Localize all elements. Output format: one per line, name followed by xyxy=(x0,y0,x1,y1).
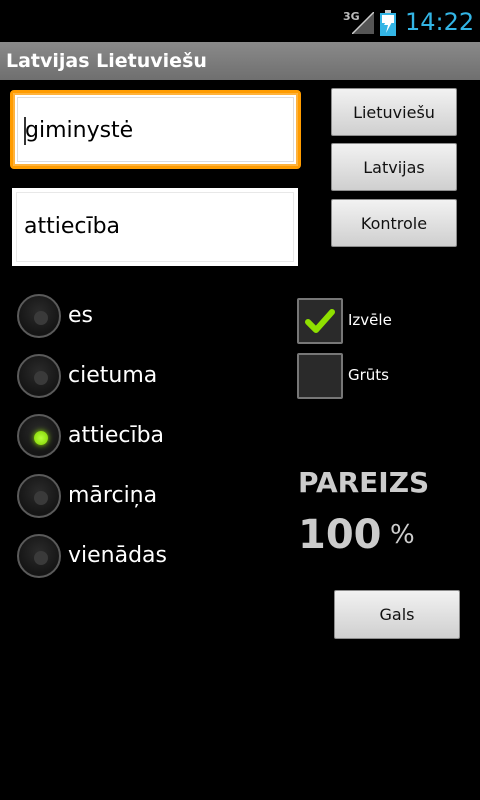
option-label: cietuma xyxy=(68,363,158,388)
choice-checkbox[interactable] xyxy=(297,298,343,344)
score-value: 100 xyxy=(298,512,382,558)
latvian-button[interactable]: Latvijas xyxy=(331,143,457,191)
signal-icon xyxy=(352,12,374,34)
translation-text: attiecība xyxy=(24,214,121,239)
app-title-bar: Latvijas Lietuviešu xyxy=(0,42,480,80)
radio-button-selected[interactable] xyxy=(17,414,61,458)
choice-checkbox-label: Izvēle xyxy=(348,311,392,329)
source-word-text: giminystė xyxy=(25,118,134,143)
radio-button[interactable] xyxy=(17,294,61,338)
radio-button[interactable] xyxy=(17,534,61,578)
score-unit: % xyxy=(390,520,415,550)
option-label: es xyxy=(68,303,93,328)
status-bar: 3G 14:22 xyxy=(0,0,480,42)
option-label: vienādas xyxy=(68,543,167,568)
hard-checkbox[interactable] xyxy=(297,353,343,399)
option-label: attiecība xyxy=(68,423,165,448)
app-title: Latvijas Lietuviešu xyxy=(6,50,207,72)
translation-field[interactable]: attiecība xyxy=(12,188,298,266)
check-button[interactable]: Kontrole xyxy=(331,199,457,247)
battery-charging-icon xyxy=(380,10,396,36)
source-word-input[interactable]: giminystė xyxy=(10,90,301,169)
end-button[interactable]: Gals xyxy=(334,590,460,639)
radio-button[interactable] xyxy=(17,354,61,398)
option-label: mārciņa xyxy=(68,483,158,508)
clock: 14:22 xyxy=(405,8,475,36)
hard-checkbox-label: Grūts xyxy=(348,366,389,384)
checkmark-icon xyxy=(305,309,335,333)
lithuanian-button[interactable]: Lietuviešu xyxy=(331,88,457,136)
score-title: PAREIZS xyxy=(298,466,430,499)
radio-button[interactable] xyxy=(17,474,61,518)
